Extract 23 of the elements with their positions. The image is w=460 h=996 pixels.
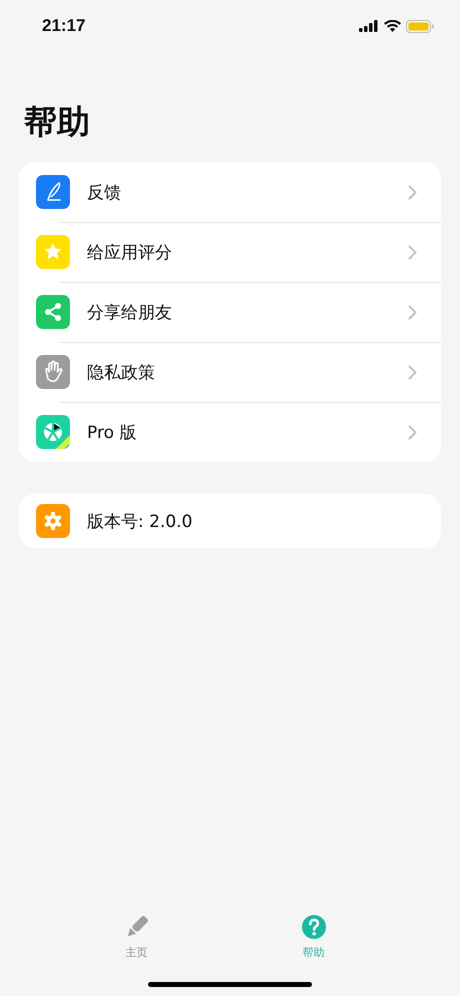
chevron-icon bbox=[408, 244, 417, 260]
chevron-icon bbox=[408, 424, 417, 440]
help-icon bbox=[302, 915, 326, 939]
status-time: 21:17 bbox=[42, 16, 86, 36]
chevron-icon bbox=[408, 304, 417, 320]
menu-item[interactable]: 给应用评分 bbox=[19, 222, 441, 282]
chevron-icon bbox=[408, 184, 417, 200]
menu-label: 给应用评分 bbox=[87, 242, 173, 264]
chevron-icon bbox=[408, 364, 417, 380]
signal-icon bbox=[359, 20, 379, 32]
menu-label: 版本号: 2.0.0 bbox=[87, 510, 194, 532]
menu-label: 分享给朋友 bbox=[87, 302, 173, 324]
menu-item[interactable]: Pro 版 bbox=[19, 402, 441, 462]
menu-item[interactable]: 分享给朋友 bbox=[19, 282, 441, 342]
page-title: 帮助 bbox=[24, 102, 91, 142]
menu-item[interactable]: 隐私政策 bbox=[19, 342, 441, 402]
menu-label: 反馈 bbox=[87, 182, 122, 204]
menu-item[interactable]: 反馈 bbox=[19, 162, 441, 222]
menu-label: 隐私政策 bbox=[87, 362, 156, 384]
battery-icon bbox=[406, 20, 434, 32]
wifi-icon bbox=[384, 20, 401, 32]
menu-label: Pro 版 bbox=[87, 422, 138, 444]
menu-item[interactable]: 版本号: 2.0.0 bbox=[19, 494, 441, 548]
